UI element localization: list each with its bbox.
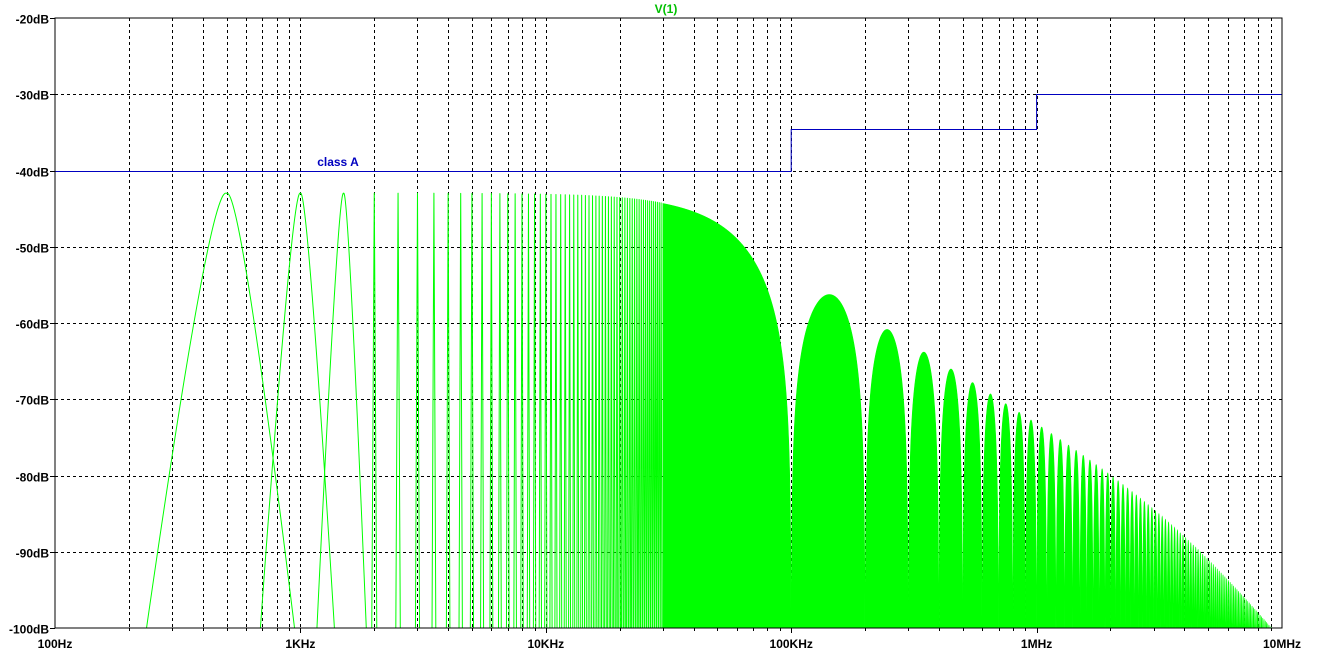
harmonic-line (559, 194, 563, 629)
annotation-class-a: class A (317, 155, 359, 169)
harmonic-line (572, 194, 576, 629)
y-tick-label: -60dB (16, 318, 50, 332)
y-tick-label: -30dB (16, 89, 50, 103)
harmonic-line (597, 195, 601, 629)
harmonic-line (600, 196, 604, 629)
harmonic-line (656, 201, 659, 629)
y-tick-label: -90dB (16, 547, 50, 561)
spectrum-envelope-fill (662, 203, 1282, 629)
harmonic-line (580, 195, 584, 629)
harmonic-line (633, 198, 636, 629)
x-tick-label: 100Hz (38, 637, 73, 651)
class-a-limit (55, 94, 1282, 172)
x-tick-label: 100KHz (770, 637, 813, 651)
harmonic-line (259, 192, 335, 629)
harmonic-line (594, 195, 598, 629)
harmonic-line (583, 195, 587, 629)
harmonic-line (648, 200, 651, 629)
v1-trace (146, 192, 1282, 629)
harmonic-line (607, 196, 610, 629)
y-tick-label: -70dB (16, 394, 50, 408)
harmonic-line (640, 199, 643, 629)
y-tick-label: -20dB (16, 13, 50, 27)
harmonic-line (646, 200, 649, 629)
harmonic-line (604, 196, 607, 629)
x-tick-label: 10KHz (527, 637, 564, 651)
harmonic-line (621, 197, 624, 629)
harmonic-line (563, 194, 567, 629)
harmonic-line (469, 193, 475, 629)
y-tick-label: -80dB (16, 471, 50, 485)
harmonic-line (642, 199, 645, 629)
harmonic-line (626, 197, 629, 629)
harmonic-line (146, 192, 296, 629)
harmonic-line (576, 194, 580, 629)
harmonic-line (618, 197, 621, 629)
harmonic-line (630, 198, 634, 629)
harmonic-line (498, 193, 502, 629)
y-tick-label: -50dB (16, 242, 50, 256)
x-tick-label: 10MHz (1263, 637, 1301, 651)
harmonic-line (554, 194, 558, 629)
harmonic-line (615, 197, 619, 629)
harmonic-line (635, 198, 639, 629)
harmonic-line (659, 202, 663, 629)
harmonic-line (652, 201, 655, 629)
harmonic-line (395, 192, 401, 629)
harmonic-line (568, 194, 572, 629)
x-tick-label: 1MHz (1021, 637, 1052, 651)
harmonic-line (538, 193, 542, 629)
chart-title: V(1) (655, 2, 678, 16)
harmonic-line (526, 193, 531, 629)
harmonic-line (628, 198, 632, 629)
spectrum-plot: -20dB -30dB -40dB -50dB -60dB -70dB -80dB -90dB… (9, 2, 1301, 651)
harmonic-line (612, 196, 616, 629)
harmonic-line (650, 200, 653, 629)
harmonic-line (591, 195, 594, 629)
harmonic-line (513, 193, 517, 629)
harmonic-line (587, 195, 591, 629)
harmonic-line (654, 201, 657, 629)
harmonic-line (458, 193, 463, 629)
harmonic-line (610, 196, 613, 629)
harmonic-line (316, 192, 367, 629)
class-a-limit-line (55, 94, 1282, 172)
harmonic-line (644, 200, 647, 629)
harmonic-line (480, 193, 485, 629)
harmonic-line (657, 202, 661, 629)
harmonic-line (549, 194, 553, 629)
harmonic-line (637, 199, 641, 629)
harmonic-line (623, 197, 627, 629)
x-tick-label: 1KHz (285, 637, 315, 651)
harmonic-line (431, 192, 437, 629)
y-tick-label: -40dB (16, 166, 50, 180)
y-tick-label: -100dB (9, 623, 49, 637)
